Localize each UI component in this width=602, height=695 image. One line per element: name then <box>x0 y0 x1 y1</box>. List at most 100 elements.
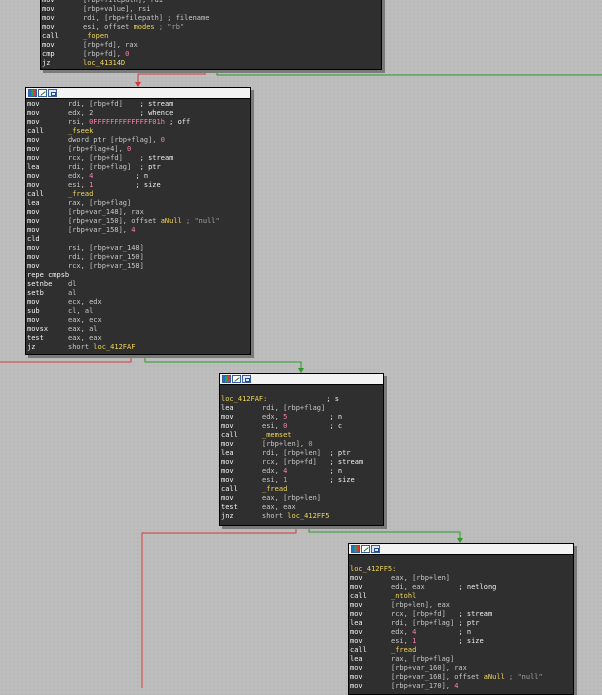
symbol[interactable]: _memset <box>262 431 292 439</box>
code-block-fopen[interactable]: mov [rbp+filepath], rdi mov [rbp+value], rs… <box>40 0 382 70</box>
asm-line[interactable]: setnbe dl <box>27 280 249 289</box>
asm-line[interactable]: repe cmpsb <box>27 271 249 280</box>
asm-line[interactable]: lea rax, [rbp+flag] <box>350 655 572 664</box>
asm-line[interactable]: test eax, eax <box>27 334 249 343</box>
graph-icon[interactable] <box>242 375 251 383</box>
symbol[interactable]: _fread <box>391 646 416 654</box>
asm-line[interactable]: mov eax, [rbp+len] <box>350 574 572 583</box>
asm-line[interactable]: mov rsi, [rbp+var_148] <box>27 244 249 253</box>
block-title-bar[interactable] <box>220 374 383 385</box>
asm-line[interactable]: mov rsi, 0FFFFFFFFFFFFFF01h ; off <box>27 118 249 127</box>
symbol[interactable]: _fseek <box>68 127 93 135</box>
asm-line[interactable]: mov rcx, [rbp+fd] ; stream <box>27 154 249 163</box>
asm-line[interactable]: call _memset <box>221 431 382 440</box>
block-title-bar[interactable] <box>26 88 250 99</box>
asm-line[interactable]: mov [rbp+var_170], 4 <box>350 682 572 691</box>
symbol[interactable]: loc_412FF5 <box>287 512 329 520</box>
asm-line[interactable]: mov edx, 5 ; n <box>221 413 382 422</box>
asm-line[interactable]: cld <box>27 235 249 244</box>
asm-line[interactable]: movsx eax, al <box>27 325 249 334</box>
asm-line[interactable]: lea rdi, [rbp+flag] ; ptr <box>27 163 249 172</box>
asm-line[interactable] <box>221 386 382 395</box>
asm-line[interactable]: mov [rbp+flag+4], 0 <box>27 145 249 154</box>
asm-line[interactable]: loc_412FF5: <box>350 565 572 574</box>
symbol[interactable]: _ntohl <box>391 592 416 600</box>
asm-line[interactable]: mov [rbp+var_148], rax <box>27 208 249 217</box>
color-icon[interactable] <box>28 89 37 97</box>
asm-line[interactable]: mov edx, 4 ; n <box>350 628 572 637</box>
asm-line[interactable]: mov rdi, [rbp+var_150] <box>27 253 249 262</box>
asm-line[interactable]: mov edx, 4 ; n <box>27 172 249 181</box>
asm-line[interactable]: mov [rbp+var_168], offset aNull ; "null" <box>350 673 572 682</box>
asm-line[interactable]: mov esi, offset modes ; "rb" <box>42 23 380 32</box>
asm-line[interactable]: mov [rbp+fd], rax <box>42 41 380 50</box>
symbol[interactable]: loc_41314D <box>83 59 125 67</box>
asm-line[interactable]: call _fread <box>27 190 249 199</box>
asm-line[interactable]: lea rax, [rbp+flag] <box>27 199 249 208</box>
asm-line[interactable]: call _fopen <box>42 32 380 41</box>
color-icon[interactable] <box>351 545 360 553</box>
edit-icon[interactable] <box>38 89 47 97</box>
asm-line[interactable]: jz short loc_412FAF <box>27 343 249 352</box>
asm-line[interactable]: mov eax, [rbp+len] <box>221 494 382 503</box>
code-block-fseek-fread[interactable]: mov rdi, [rbp+fd] ; stream mov edx, 2 ; whe… <box>25 87 251 355</box>
color-icon[interactable] <box>222 375 231 383</box>
graph-icon[interactable] <box>371 545 380 553</box>
symbol[interactable]: loc_412FAF <box>93 343 135 351</box>
symbol[interactable]: _fread <box>68 190 93 198</box>
asm-line[interactable]: mov esi, 1 ; size <box>27 181 249 190</box>
mnemonic: test <box>27 334 44 342</box>
graph-icon[interactable] <box>48 89 57 97</box>
symbol[interactable]: aNull <box>484 673 505 681</box>
code-block-loc_412FF5[interactable]: loc_412FF5: mov eax, [rbp+len] mov edi, eax … <box>348 543 574 695</box>
asm-line[interactable]: sub cl, al <box>27 307 249 316</box>
asm-line[interactable]: call _ntohl <box>350 592 572 601</box>
code-block-loc_412FAF[interactable]: loc_412FAF: ; s lea rdi, [rbp+flag] mov edx,… <box>219 373 384 526</box>
asm-line[interactable]: mov [rbp+value], rsi <box>42 5 380 14</box>
asm-line[interactable]: call _fread <box>221 485 382 494</box>
asm-line[interactable]: mov [rbp+var_160], rax <box>350 664 572 673</box>
edit-icon[interactable] <box>232 375 241 383</box>
asm-line[interactable] <box>350 556 572 565</box>
operand: eax, eax <box>68 334 102 342</box>
asm-line[interactable]: lea rdi, [rbp+flag] <box>221 404 382 413</box>
asm-line[interactable]: lea rdi, [rbp+len] ; ptr <box>221 449 382 458</box>
asm-line[interactable]: mov edi, eax ; netlong <box>350 583 572 592</box>
asm-line[interactable]: mov rcx, [rbp+var_158] <box>27 262 249 271</box>
asm-line[interactable]: test eax, eax <box>221 503 382 512</box>
operand: edx, <box>68 172 90 180</box>
asm-line[interactable]: cmp [rbp+fd], 0 <box>42 50 380 59</box>
block-title-bar[interactable] <box>349 544 573 555</box>
symbol[interactable]: aNull <box>161 217 182 225</box>
asm-line[interactable]: mov [rbp+len], eax <box>350 601 572 610</box>
asm-line[interactable]: jz loc_41314D <box>42 59 380 68</box>
asm-line[interactable]: mov rcx, [rbp+fd] ; stream <box>221 458 382 467</box>
asm-line[interactable]: mov rdi, [rbp+fd] ; stream <box>27 100 249 109</box>
asm-line[interactable]: loc_412FAF: ; s <box>221 395 382 404</box>
asm-line[interactable]: mov rdi, [rbp+filepath] ; filename <box>42 14 380 23</box>
asm-line[interactable]: mov edx, 4 ; n <box>221 467 382 476</box>
numeric-literal: 4 <box>131 226 136 234</box>
asm-line[interactable]: mov esi, 1 ; size <box>221 476 382 485</box>
asm-line[interactable]: mov [rbp+len], 0 <box>221 440 382 449</box>
symbol[interactable]: _fread <box>262 485 287 493</box>
asm-line[interactable]: mov edx, 2 ; whence <box>27 109 249 118</box>
asm-line[interactable]: call _fseek <box>27 127 249 136</box>
asm-line[interactable]: setb al <box>27 289 249 298</box>
asm-line[interactable]: mov ecx, edx <box>27 298 249 307</box>
asm-line[interactable]: mov eax, ecx <box>27 316 249 325</box>
asm-line[interactable]: jnz short loc_412FF5 <box>221 512 382 521</box>
asm-line[interactable]: mov dword ptr [rbp+flag], 0 <box>27 136 249 145</box>
asm-line[interactable]: mov [rbp+var_158], 4 <box>27 226 249 235</box>
symbol[interactable]: modes <box>134 23 155 31</box>
asm-line[interactable]: lea rdi, [rbp+flag] ; ptr <box>350 619 572 628</box>
asm-line[interactable]: mov rcx, [rbp+fd] ; stream <box>350 610 572 619</box>
asm-line[interactable]: mov esi, 1 ; size <box>350 637 572 646</box>
mnemonic: cld <box>27 235 40 243</box>
symbol[interactable]: _fopen <box>83 32 108 40</box>
asm-line[interactable]: call _fread <box>350 646 572 655</box>
mnemonic: mov <box>27 262 40 270</box>
edit-icon[interactable] <box>361 545 370 553</box>
asm-line[interactable]: mov [rbp+var_150], offset aNull ; "null" <box>27 217 249 226</box>
asm-line[interactable]: mov esi, 0 ; c <box>221 422 382 431</box>
